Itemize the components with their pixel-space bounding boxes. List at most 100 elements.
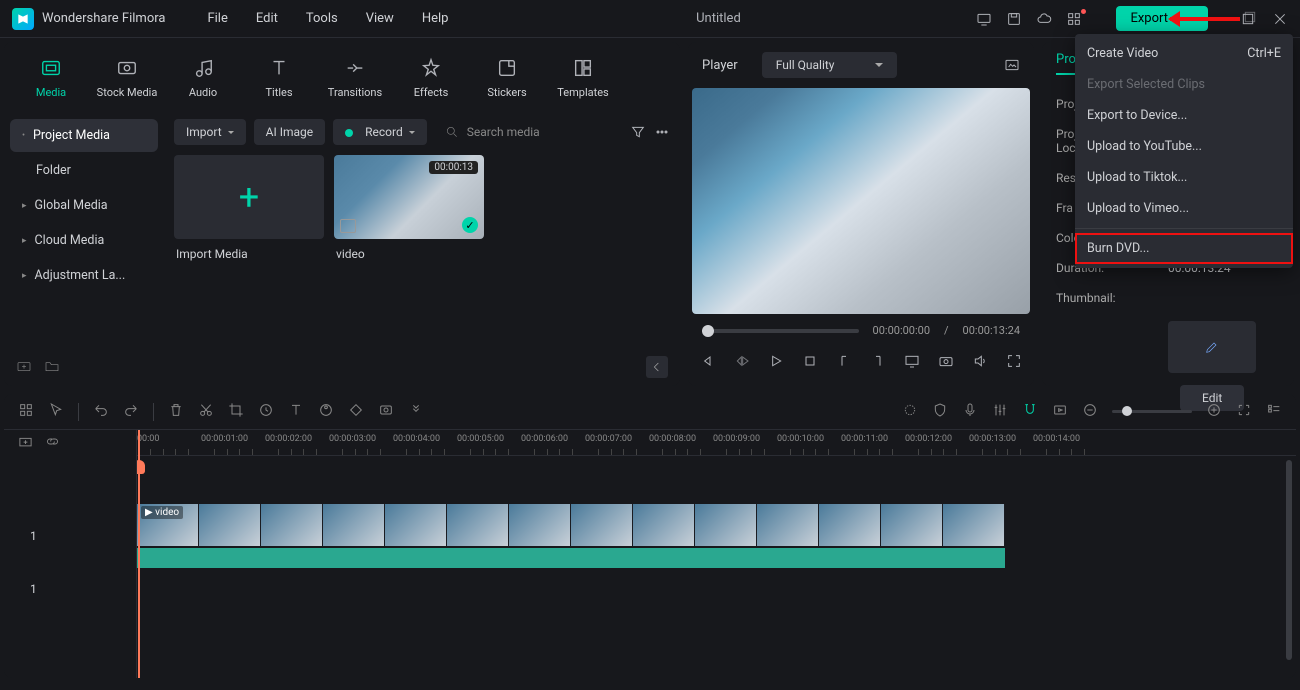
import-button[interactable]: Import <box>174 119 246 145</box>
menu-view[interactable]: View <box>354 7 406 30</box>
maximize-icon[interactable] <box>1240 11 1256 27</box>
mic-icon[interactable] <box>962 402 978 421</box>
display-icon[interactable] <box>904 353 920 372</box>
time-ruler[interactable]: 00:0000:00:01:0000:00:02:0000:00:03:0000… <box>137 430 1296 456</box>
zoom-in-icon[interactable] <box>1206 402 1222 421</box>
tab-templates[interactable]: Templates <box>546 50 620 105</box>
record-button[interactable]: Record <box>333 119 427 145</box>
step-back-icon[interactable] <box>734 353 750 372</box>
upload-vimeo[interactable]: Upload to Vimeo... <box>1075 193 1293 224</box>
sidebar-folder[interactable]: Folder <box>10 154 158 187</box>
tab-transitions[interactable]: Transitions <box>318 50 392 105</box>
magnetic-icon[interactable] <box>1022 402 1038 421</box>
menu-tools[interactable]: Tools <box>294 7 350 30</box>
audio-clip[interactable] <box>137 548 1005 568</box>
ai-image-button[interactable]: AI Image <box>254 119 325 145</box>
volume-icon[interactable] <box>972 353 988 372</box>
plus-icon: + <box>174 155 324 239</box>
color-icon[interactable] <box>318 402 334 421</box>
zoom-out-icon[interactable] <box>1082 402 1098 421</box>
export-selected-clips: Export Selected Clips <box>1075 69 1293 100</box>
audio-track-header[interactable]: 1 <box>4 568 136 610</box>
stock-media-icon <box>115 56 139 80</box>
shield-icon[interactable] <box>932 402 948 421</box>
sidebar-project-media[interactable]: •Project Media <box>10 119 158 152</box>
render-icon[interactable] <box>1052 402 1068 421</box>
snapshot-icon[interactable] <box>1004 57 1020 73</box>
thumbnail-box[interactable] <box>1168 321 1256 373</box>
menu-file[interactable]: File <box>195 7 239 30</box>
prev-frame-icon[interactable] <box>700 353 716 372</box>
keyframe-icon[interactable] <box>348 402 364 421</box>
player-viewport[interactable] <box>692 88 1030 314</box>
apps-icon[interactable] <box>1066 11 1082 27</box>
menu-edit[interactable]: Edit <box>244 7 290 30</box>
upload-youtube[interactable]: Upload to YouTube... <box>1075 131 1293 162</box>
select-tool-icon[interactable] <box>18 402 34 421</box>
play-icon[interactable] <box>768 353 784 372</box>
save-icon[interactable] <box>1006 11 1022 27</box>
speed-icon[interactable] <box>258 402 274 421</box>
crop-icon[interactable] <box>228 402 244 421</box>
media-panel: Media Stock Media Audio Titles Transitio… <box>4 42 680 386</box>
video-clip[interactable] <box>137 504 1296 546</box>
stop-icon[interactable] <box>802 353 818 372</box>
tab-audio[interactable]: Audio <box>166 50 240 105</box>
cursor-tool-icon[interactable] <box>48 402 64 421</box>
fullscreen-icon[interactable] <box>1006 353 1022 372</box>
timeline-tracks[interactable]: 00:0000:00:01:0000:00:02:0000:00:03:0000… <box>137 430 1296 678</box>
mark-in-icon[interactable] <box>836 353 852 372</box>
sidebar-global-media[interactable]: ▸Global Media <box>10 189 158 222</box>
device-icon[interactable] <box>976 11 992 27</box>
app-logo <box>12 8 34 30</box>
import-media-card[interactable]: + Import Media <box>174 155 324 269</box>
mixer-icon[interactable] <box>992 402 1008 421</box>
more-tools-icon[interactable] <box>408 402 424 421</box>
tab-stickers[interactable]: Stickers <box>470 50 544 105</box>
export-to-device[interactable]: Export to Device... <box>1075 100 1293 131</box>
cut-icon[interactable] <box>198 402 214 421</box>
export-create-video[interactable]: Create VideoCtrl+E <box>1075 38 1293 69</box>
tab-media[interactable]: Media <box>14 50 88 105</box>
mark-out-icon[interactable] <box>870 353 886 372</box>
new-folder-icon[interactable] <box>44 358 60 377</box>
undo-icon[interactable] <box>93 402 109 421</box>
timeline-scrollbar[interactable] <box>1286 460 1292 660</box>
close-icon[interactable] <box>1272 11 1288 27</box>
new-bin-icon[interactable] <box>16 358 32 377</box>
camera-icon[interactable] <box>938 353 954 372</box>
player-tab[interactable]: Player <box>702 58 738 73</box>
quality-selector[interactable]: Full Quality <box>762 52 897 78</box>
collapse-icon[interactable] <box>646 356 668 378</box>
view-options-icon[interactable] <box>1266 402 1282 421</box>
menu-help[interactable]: Help <box>410 7 461 30</box>
search-input[interactable]: Search media <box>435 119 622 145</box>
tab-stock-media[interactable]: Stock Media <box>90 50 164 105</box>
text-icon[interactable] <box>288 402 304 421</box>
media-sidebar: •Project Media Folder ▸Global Media ▸Clo… <box>4 113 164 348</box>
sidebar-cloud-media[interactable]: ▸Cloud Media <box>10 224 158 257</box>
media-footer <box>4 348 680 386</box>
upload-tiktok[interactable]: Upload to Tiktok... <box>1075 162 1293 193</box>
filter-icon[interactable] <box>630 124 646 140</box>
sidebar-adjustment-layers[interactable]: ▸Adjustment La... <box>10 259 158 292</box>
more-icon[interactable] <box>654 124 670 140</box>
delete-icon[interactable] <box>168 402 184 421</box>
fit-icon[interactable] <box>1236 402 1252 421</box>
seek-bar[interactable] <box>702 329 859 333</box>
link-icon[interactable] <box>45 434 60 452</box>
zoom-slider[interactable] <box>1112 410 1192 413</box>
media-icon <box>39 56 63 80</box>
tab-effects[interactable]: Effects <box>394 50 468 105</box>
tab-titles[interactable]: Titles <box>242 50 316 105</box>
mask-icon[interactable] <box>378 402 394 421</box>
callout-arrow <box>1170 17 1240 21</box>
marker-icon[interactable] <box>902 402 918 421</box>
video-track-header[interactable]: 1 <box>4 504 136 568</box>
redo-icon[interactable] <box>123 402 139 421</box>
timeline-add-icon[interactable] <box>18 434 33 452</box>
burn-dvd[interactable]: Burn DVD... <box>1075 233 1293 264</box>
cloud-icon[interactable] <box>1036 11 1052 27</box>
timeline-track-headers: 1 1 <box>4 430 137 678</box>
media-item-video[interactable]: 00:00:13 ✓ video <box>334 155 484 269</box>
